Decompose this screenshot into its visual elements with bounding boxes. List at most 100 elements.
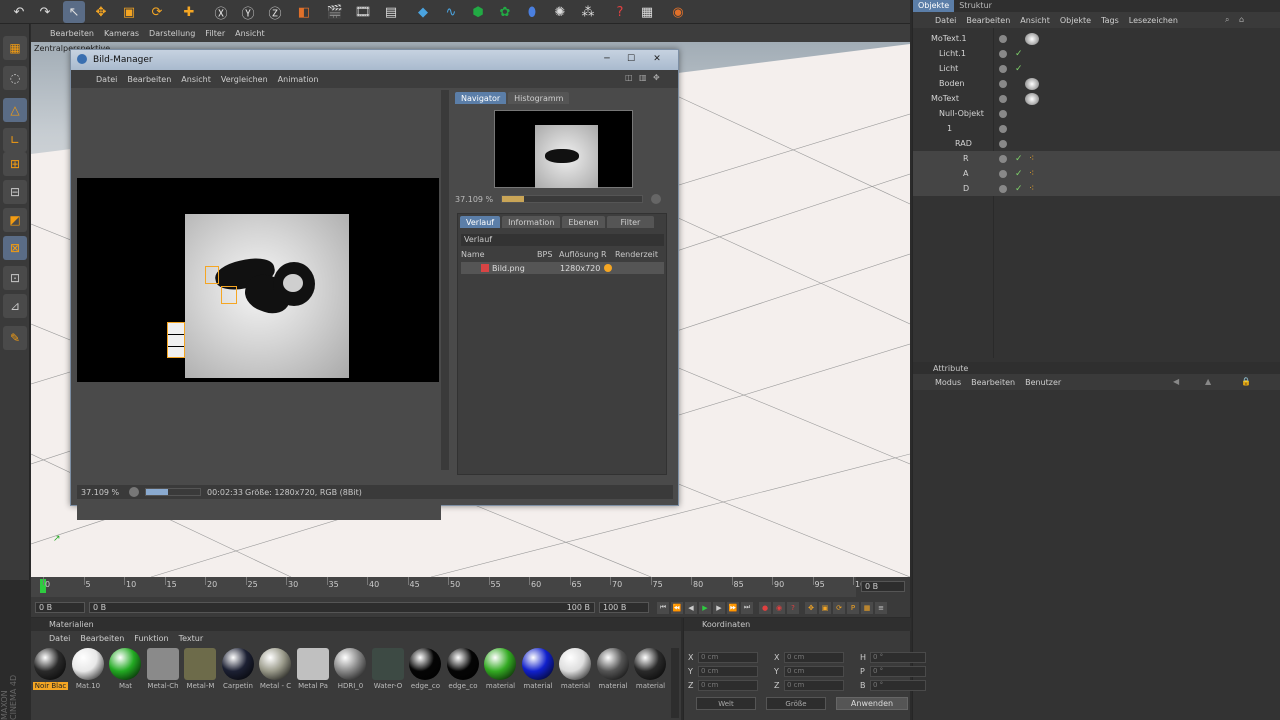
size-mode-select[interactable]: Größe	[766, 697, 826, 710]
visibility-dot[interactable]	[999, 49, 1007, 58]
tab-navigator[interactable]: Navigator	[455, 92, 507, 104]
material-swatch[interactable]: material	[633, 648, 668, 698]
tab-history[interactable]: Verlauf	[460, 216, 501, 228]
up-arrow-icon[interactable]: ▲	[1205, 377, 1211, 386]
end-frame-field[interactable]: 100 B	[599, 602, 649, 613]
undo-icon[interactable]: ↶	[8, 1, 30, 23]
viewport-menu-ansicht[interactable]: Ansicht	[235, 29, 265, 38]
tab-structure[interactable]: Struktur	[954, 0, 997, 12]
prev-frame-icon[interactable]: ◀	[685, 601, 697, 614]
rotate-tool-icon[interactable]: ⟳	[146, 1, 168, 23]
am-menu-bearbeiten[interactable]: Bearbeiten	[971, 378, 1015, 387]
prev-key-icon[interactable]: ⏪	[671, 601, 683, 614]
cube-icon[interactable]: ◆	[412, 1, 434, 23]
visibility-dot[interactable]	[999, 64, 1007, 73]
rotation-b-field[interactable]: 0 °	[870, 680, 926, 691]
param-key-icon[interactable]: P	[847, 601, 859, 614]
rot-key-icon[interactable]: ⟳	[833, 601, 845, 614]
object-row[interactable]: Licht.1 ✓	[913, 46, 1280, 61]
move-tool-icon[interactable]: ✥	[90, 1, 112, 23]
visibility-dot[interactable]	[999, 124, 1007, 133]
material-swatch[interactable]: edge_co	[446, 648, 481, 698]
layout-toggle-icon[interactable]: ◫	[625, 73, 633, 82]
selection-tag-icon[interactable]: ⁖	[1029, 184, 1034, 194]
web-icon[interactable]: ◉	[667, 1, 689, 23]
object-row[interactable]: 1	[913, 121, 1280, 136]
spline-icon[interactable]: ∿	[440, 1, 462, 23]
viewport-menu-bearbeiten[interactable]: Bearbeiten	[50, 29, 94, 38]
om-menu-tags[interactable]: Tags	[1101, 16, 1119, 25]
material-swatch[interactable]: edge_co	[408, 648, 443, 698]
start-frame-field[interactable]: 0 B	[35, 602, 85, 613]
mm-menu-bearbeiten[interactable]: Bearbeiten	[80, 634, 124, 643]
back-arrow-icon[interactable]: ◀	[1173, 377, 1179, 386]
redo-icon[interactable]: ↷	[34, 1, 56, 23]
material-swatch[interactable]: Metal-Ch	[146, 648, 181, 698]
tab-histogram[interactable]: Histogramm	[508, 92, 570, 104]
om-menu-lesezeichen[interactable]: Lesezeichen	[1129, 16, 1178, 25]
history-row[interactable]: Bild.png 1280x720	[461, 262, 664, 274]
material-swatch[interactable]: Water-O	[371, 648, 406, 698]
selection-tag-icon[interactable]: ⁖	[1029, 154, 1034, 164]
autokey-icon[interactable]: ◉	[773, 601, 785, 614]
object-row[interactable]: RAD	[913, 136, 1280, 151]
material-tag-icon[interactable]	[1025, 92, 1039, 105]
visibility-dot[interactable]	[999, 169, 1007, 178]
edges-mode-icon[interactable]: ⊟	[3, 180, 27, 204]
first-frame-icon[interactable]: ⏮	[657, 601, 669, 614]
mm-menu-funktion[interactable]: Funktion	[134, 634, 168, 643]
am-menu-benutzer[interactable]: Benutzer	[1025, 378, 1061, 387]
navigator-zoom-slider[interactable]	[501, 195, 643, 203]
visibility-dot[interactable]	[999, 79, 1007, 88]
particles-icon[interactable]: ⁂	[577, 1, 599, 23]
enabled-check-icon[interactable]: ✓	[1015, 184, 1023, 194]
position-z-field[interactable]: 0 cm	[698, 680, 758, 691]
tab-objects[interactable]: Objekte	[913, 0, 955, 12]
material-swatch[interactable]: material	[596, 648, 631, 698]
axis-mode-icon[interactable]: ∟	[3, 128, 27, 152]
material-swatch[interactable]: Metal Pa	[296, 648, 331, 698]
x-axis-icon[interactable]: Ⓧ	[210, 1, 232, 23]
tab-filter[interactable]: Filter	[606, 216, 655, 228]
lock-icon[interactable]: 🔒	[1241, 377, 1251, 386]
picture-viewer-titlebar[interactable]: Bild-Manager ─ ☐ ✕	[71, 50, 678, 70]
visibility-dot[interactable]	[999, 94, 1007, 103]
material-tag-icon[interactable]	[1025, 32, 1039, 45]
material-swatch[interactable]: material	[558, 648, 593, 698]
scale-tool-icon[interactable]: ▣	[118, 1, 140, 23]
pv-menu-vergleichen[interactable]: Vergleichen	[221, 75, 268, 84]
enabled-check-icon[interactable]: ✓	[1015, 49, 1023, 59]
deformer-icon[interactable]: ⬮	[521, 1, 543, 23]
object-row[interactable]: R ✓ ⁖	[913, 151, 1280, 166]
last-frame-icon[interactable]: ⏭	[741, 601, 753, 614]
keyframe-selection-icon[interactable]: ?	[787, 601, 799, 614]
snap-icon[interactable]: ⊡	[3, 266, 27, 290]
material-swatch[interactable]: HDRI_0	[333, 648, 368, 698]
position-y-field[interactable]: 0 cm	[698, 666, 758, 677]
array-icon[interactable]: ✿	[494, 1, 516, 23]
material-scrollbar[interactable]	[671, 648, 679, 718]
material-swatch[interactable]: Metal - C	[258, 648, 293, 698]
scale-key-icon[interactable]: ▣	[819, 601, 831, 614]
pv-menu-animation[interactable]: Animation	[278, 75, 319, 84]
navigator-thumbnail[interactable]	[494, 110, 633, 188]
move-panel-icon[interactable]: ✥	[653, 73, 660, 82]
object-row[interactable]: MoText	[913, 91, 1280, 106]
select-tool-icon[interactable]: ↖	[63, 1, 85, 23]
pv-menu-bearbeiten[interactable]: Bearbeiten	[127, 75, 171, 84]
visibility-dot[interactable]	[999, 154, 1007, 163]
pin-icon[interactable]: ▥	[639, 73, 647, 82]
add-tool-icon[interactable]: ✚	[178, 1, 200, 23]
object-row[interactable]: D ✓ ⁖	[913, 181, 1280, 196]
viewport-menu-darstellung[interactable]: Darstellung	[149, 29, 195, 38]
nurbs-icon[interactable]: ⬢	[467, 1, 489, 23]
material-swatch[interactable]: Noir Blac	[33, 648, 68, 698]
material-swatch[interactable]: material	[483, 648, 518, 698]
scene-icon[interactable]: ✺	[549, 1, 571, 23]
minimize-button[interactable]: ─	[596, 52, 618, 66]
play-icon[interactable]	[129, 487, 139, 497]
timeline-options-icon[interactable]: ≡	[875, 601, 887, 614]
pv-menu-datei[interactable]: Datei	[96, 75, 117, 84]
object-row[interactable]: Boden	[913, 76, 1280, 91]
zoom-reset-icon[interactable]	[651, 194, 661, 204]
